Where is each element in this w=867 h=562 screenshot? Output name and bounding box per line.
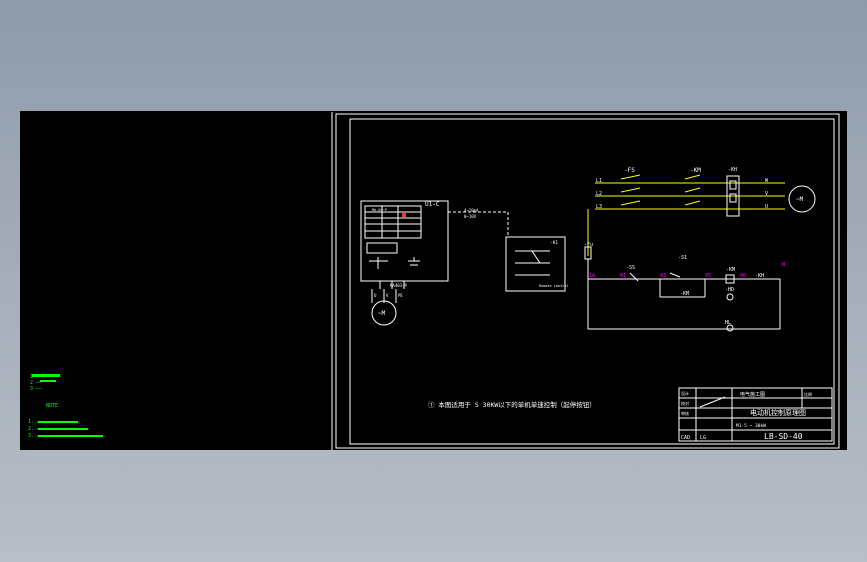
main-motor-label: ~M	[796, 196, 804, 203]
signal-label: 4~20mA	[464, 208, 479, 213]
overload-label: -KH	[728, 167, 737, 173]
phase-label: L2	[596, 191, 602, 197]
aux-contact-label: -KM	[680, 291, 689, 297]
legend-bar	[38, 435, 103, 437]
starter-display	[366, 242, 398, 254]
legend-bar	[40, 380, 56, 382]
wire-number: 00	[740, 273, 746, 279]
signal-link	[448, 211, 509, 237]
wire-number: 1A	[589, 273, 595, 279]
title-row-label: 设计	[681, 390, 689, 396]
title-subtitle: M1-5 ~ 30kW	[736, 423, 766, 429]
panel-alarm-marker	[402, 213, 406, 217]
title-company: 电气施工图	[740, 391, 765, 398]
starter-panel-title: U1-C	[425, 201, 440, 208]
output-terminal: U	[765, 204, 768, 210]
wire-number: 05	[705, 273, 711, 279]
cad-viewport[interactable]: 1 —— 2 —— 3 —— NOTE 1. ——— 2. ——— 3. ———…	[20, 111, 847, 450]
signal-label-2: 0~10V	[464, 214, 477, 219]
phase-label: L1	[596, 178, 602, 184]
legend-bar	[32, 374, 60, 377]
power-circuit	[587, 174, 785, 256]
title-drawing-name: 电动机控制原理图	[750, 408, 806, 417]
wire-number: 03	[660, 273, 666, 279]
motor-terminal: PE	[398, 293, 403, 298]
title-drawing-code: LB-SD-40	[764, 432, 803, 441]
drawing-canvas[interactable]: 1 —— 2 —— 3 —— NOTE 1. ——— 2. ——— 3. ———…	[20, 111, 847, 450]
legend-line: 3 ——	[30, 386, 43, 392]
title-row-label: 审核	[681, 410, 689, 416]
neutral-marker: N	[782, 262, 785, 268]
starter-panel-inner-title: MA-04~P	[372, 208, 387, 212]
starter-panel-footer: MA403-P	[390, 283, 407, 288]
overload-contact-label: -KH	[755, 273, 764, 279]
fuse-switch-label: -FS	[624, 167, 635, 174]
title-scale: 比例	[804, 391, 812, 397]
motor-terminal: U	[374, 293, 377, 298]
legend-block: 1 —— 2 —— 3 —— NOTE 1. ——— 2. ——— 3. ———…	[28, 374, 103, 439]
output-terminal: V	[765, 191, 768, 197]
motor-terminal: V	[386, 293, 389, 298]
plc-box-caption: Remote control	[539, 284, 569, 288]
start-button-label: -S1	[678, 255, 687, 261]
lamp-label: HL	[725, 320, 731, 326]
legend-heading: NOTE	[46, 403, 58, 409]
phase-label: L3	[596, 204, 602, 210]
coil-label: -KM	[726, 267, 735, 273]
small-motor-label: ~M	[378, 310, 386, 317]
title-sheet: LG	[700, 435, 706, 441]
drawing-note: ① 本图适用于 S 30KW以下的单机单速控制（起停按钮）	[428, 400, 596, 409]
legend-bar	[38, 421, 78, 423]
stop-button-label: -SS	[626, 265, 635, 271]
indicator-label: -HD	[725, 287, 734, 293]
legend-bar	[38, 428, 88, 430]
plc-box-title: -K1	[550, 240, 558, 246]
title-row-label: 校对	[681, 400, 689, 406]
wire-number: 01	[620, 273, 626, 279]
contactor-label: -KM	[690, 167, 701, 174]
title-row-label: CAD	[681, 435, 690, 441]
control-fuse-label: -Fu	[584, 242, 593, 248]
